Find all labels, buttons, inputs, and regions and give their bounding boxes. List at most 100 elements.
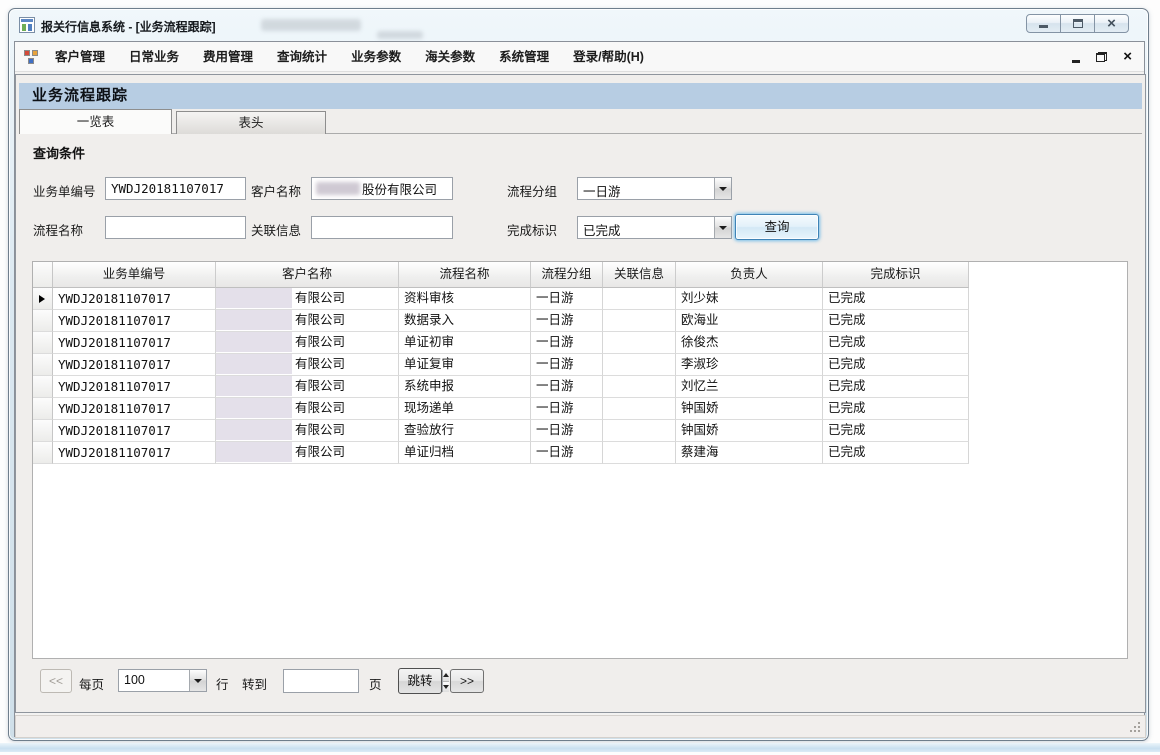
cell-customer[interactable]: 有限公司 bbox=[216, 288, 399, 310]
cell-status[interactable]: 已完成 bbox=[823, 354, 969, 376]
cell-group[interactable]: 一日游 bbox=[531, 442, 603, 464]
table-row[interactable]: YWDJ20181107017有限公司数据录入一日游欧海业已完成 bbox=[33, 310, 1127, 332]
cell-group[interactable]: 一日游 bbox=[531, 310, 603, 332]
last-page-button[interactable]: >> bbox=[450, 669, 484, 693]
cell-order_no[interactable]: YWDJ20181107017 bbox=[53, 376, 216, 398]
dropdown-button[interactable] bbox=[714, 178, 731, 199]
row-indicator[interactable] bbox=[33, 310, 53, 332]
cell-owner[interactable]: 李淑珍 bbox=[676, 354, 823, 376]
cell-owner[interactable]: 钟国娇 bbox=[676, 420, 823, 442]
flow-name-input[interactable] bbox=[105, 216, 246, 239]
menu-item-1[interactable]: 日常业务 bbox=[117, 42, 191, 72]
tab-header[interactable]: 表头 bbox=[176, 111, 326, 134]
column-header-1[interactable]: 客户名称 bbox=[216, 262, 399, 288]
related-info-input[interactable] bbox=[311, 216, 453, 239]
row-indicator[interactable] bbox=[33, 442, 53, 464]
row-indicator[interactable] bbox=[33, 398, 53, 420]
cell-flow[interactable]: 单证归档 bbox=[399, 442, 531, 464]
window-minimize-button[interactable] bbox=[1026, 14, 1061, 33]
row-indicator[interactable] bbox=[33, 288, 53, 310]
row-indicator[interactable] bbox=[33, 354, 53, 376]
cell-group[interactable]: 一日游 bbox=[531, 420, 603, 442]
cell-status[interactable]: 已完成 bbox=[823, 420, 969, 442]
cell-owner[interactable]: 刘少妹 bbox=[676, 288, 823, 310]
window-close-button[interactable]: × bbox=[1094, 14, 1129, 33]
cell-related[interactable] bbox=[603, 420, 676, 442]
column-header-3[interactable]: 流程分组 bbox=[531, 262, 603, 288]
row-indicator[interactable] bbox=[33, 332, 53, 354]
cell-customer[interactable]: 有限公司 bbox=[216, 332, 399, 354]
cell-group[interactable]: 一日游 bbox=[531, 398, 603, 420]
cell-order_no[interactable]: YWDJ20181107017 bbox=[53, 310, 216, 332]
table-row[interactable]: YWDJ20181107017有限公司单证初审一日游 徐俊杰已完成 bbox=[33, 332, 1127, 354]
cell-related[interactable] bbox=[603, 398, 676, 420]
table-row[interactable]: YWDJ20181107017有限公司资料审核一日游 刘少妹已完成 bbox=[33, 288, 1127, 310]
cell-order_no[interactable]: YWDJ20181107017 bbox=[53, 332, 216, 354]
cell-status[interactable]: 已完成 bbox=[823, 288, 969, 310]
row-indicator[interactable] bbox=[33, 420, 53, 442]
table-row[interactable]: YWDJ20181107017有限公司单证复审一日游 李淑珍已完成 bbox=[33, 354, 1127, 376]
cell-flow[interactable]: 现场递单 bbox=[399, 398, 531, 420]
cell-group[interactable]: 一日游 bbox=[531, 288, 603, 310]
column-header-6[interactable]: 完成标识 bbox=[823, 262, 969, 288]
cell-customer[interactable]: 有限公司 bbox=[216, 442, 399, 464]
column-header-5[interactable]: 负责人 bbox=[676, 262, 823, 288]
cell-owner[interactable]: 欧海业 bbox=[676, 310, 823, 332]
cell-owner[interactable]: 蔡建海 bbox=[676, 442, 823, 464]
cell-owner[interactable]: 徐俊杰 bbox=[676, 332, 823, 354]
resize-grip[interactable] bbox=[1130, 722, 1141, 733]
cell-status[interactable]: 已完成 bbox=[823, 442, 969, 464]
cell-related[interactable] bbox=[603, 442, 676, 464]
table-row[interactable]: YWDJ20181107017有限公司系统申报一日游刘忆兰已完成 bbox=[33, 376, 1127, 398]
cell-flow[interactable]: 单证初审 bbox=[399, 332, 531, 354]
table-row[interactable]: YWDJ20181107017有限公司查验放行一日游钟国娇已完成 bbox=[33, 420, 1127, 442]
per-page-select[interactable]: 100 bbox=[118, 669, 207, 692]
window-maximize-button[interactable] bbox=[1060, 14, 1095, 33]
table-row[interactable]: YWDJ20181107017有限公司现场递单一日游 钟国娇已完成 bbox=[33, 398, 1127, 420]
column-header-0[interactable]: 业务单编号 bbox=[53, 262, 216, 288]
mdi-minimize-icon[interactable] bbox=[1072, 60, 1080, 63]
flow-group-select[interactable]: 一日游 bbox=[577, 177, 732, 200]
cell-customer[interactable]: 有限公司 bbox=[216, 354, 399, 376]
row-indicator[interactable] bbox=[33, 376, 53, 398]
cell-group[interactable]: 一日游 bbox=[531, 376, 603, 398]
menu-item-6[interactable]: 系统管理 bbox=[487, 42, 561, 72]
cell-customer[interactable]: 有限公司 bbox=[216, 420, 399, 442]
mdi-restore-icon[interactable] bbox=[1096, 52, 1107, 62]
cell-flow[interactable]: 资料审核 bbox=[399, 288, 531, 310]
cell-related[interactable] bbox=[603, 376, 676, 398]
dropdown-button[interactable] bbox=[189, 670, 206, 691]
complete-flag-select[interactable]: 已完成 bbox=[577, 216, 732, 239]
menu-item-4[interactable]: 业务参数 bbox=[339, 42, 413, 72]
cell-status[interactable]: 已完成 bbox=[823, 310, 969, 332]
cell-related[interactable] bbox=[603, 332, 676, 354]
menu-item-3[interactable]: 查询统计 bbox=[265, 42, 339, 72]
search-button[interactable]: 查询 bbox=[735, 214, 819, 240]
cell-owner[interactable]: 刘忆兰 bbox=[676, 376, 823, 398]
spin-down-button[interactable] bbox=[443, 681, 449, 693]
cell-order_no[interactable]: YWDJ20181107017 bbox=[53, 442, 216, 464]
menu-item-2[interactable]: 费用管理 bbox=[191, 42, 265, 72]
cell-customer[interactable]: 有限公司 bbox=[216, 398, 399, 420]
cell-flow[interactable]: 单证复审 bbox=[399, 354, 531, 376]
cell-owner[interactable]: 钟国娇 bbox=[676, 398, 823, 420]
column-header-4[interactable]: 关联信息 bbox=[603, 262, 676, 288]
dropdown-button[interactable] bbox=[714, 217, 731, 238]
order-no-input[interactable] bbox=[105, 177, 246, 200]
cell-order_no[interactable]: YWDJ20181107017 bbox=[53, 354, 216, 376]
cell-status[interactable]: 已完成 bbox=[823, 332, 969, 354]
menu-item-5[interactable]: 海关参数 bbox=[413, 42, 487, 72]
cell-order_no[interactable]: YWDJ20181107017 bbox=[53, 288, 216, 310]
column-header-2[interactable]: 流程名称 bbox=[399, 262, 531, 288]
cell-group[interactable]: 一日游 bbox=[531, 354, 603, 376]
cell-order_no[interactable]: YWDJ20181107017 bbox=[53, 420, 216, 442]
cell-order_no[interactable]: YWDJ20181107017 bbox=[53, 398, 216, 420]
cell-status[interactable]: 已完成 bbox=[823, 398, 969, 420]
menu-item-0[interactable]: 客户管理 bbox=[43, 42, 117, 72]
cell-flow[interactable]: 数据录入 bbox=[399, 310, 531, 332]
cell-customer[interactable]: 有限公司 bbox=[216, 376, 399, 398]
first-page-button[interactable]: << bbox=[40, 669, 72, 693]
cell-related[interactable] bbox=[603, 310, 676, 332]
cell-group[interactable]: 一日游 bbox=[531, 332, 603, 354]
cell-flow[interactable]: 系统申报 bbox=[399, 376, 531, 398]
